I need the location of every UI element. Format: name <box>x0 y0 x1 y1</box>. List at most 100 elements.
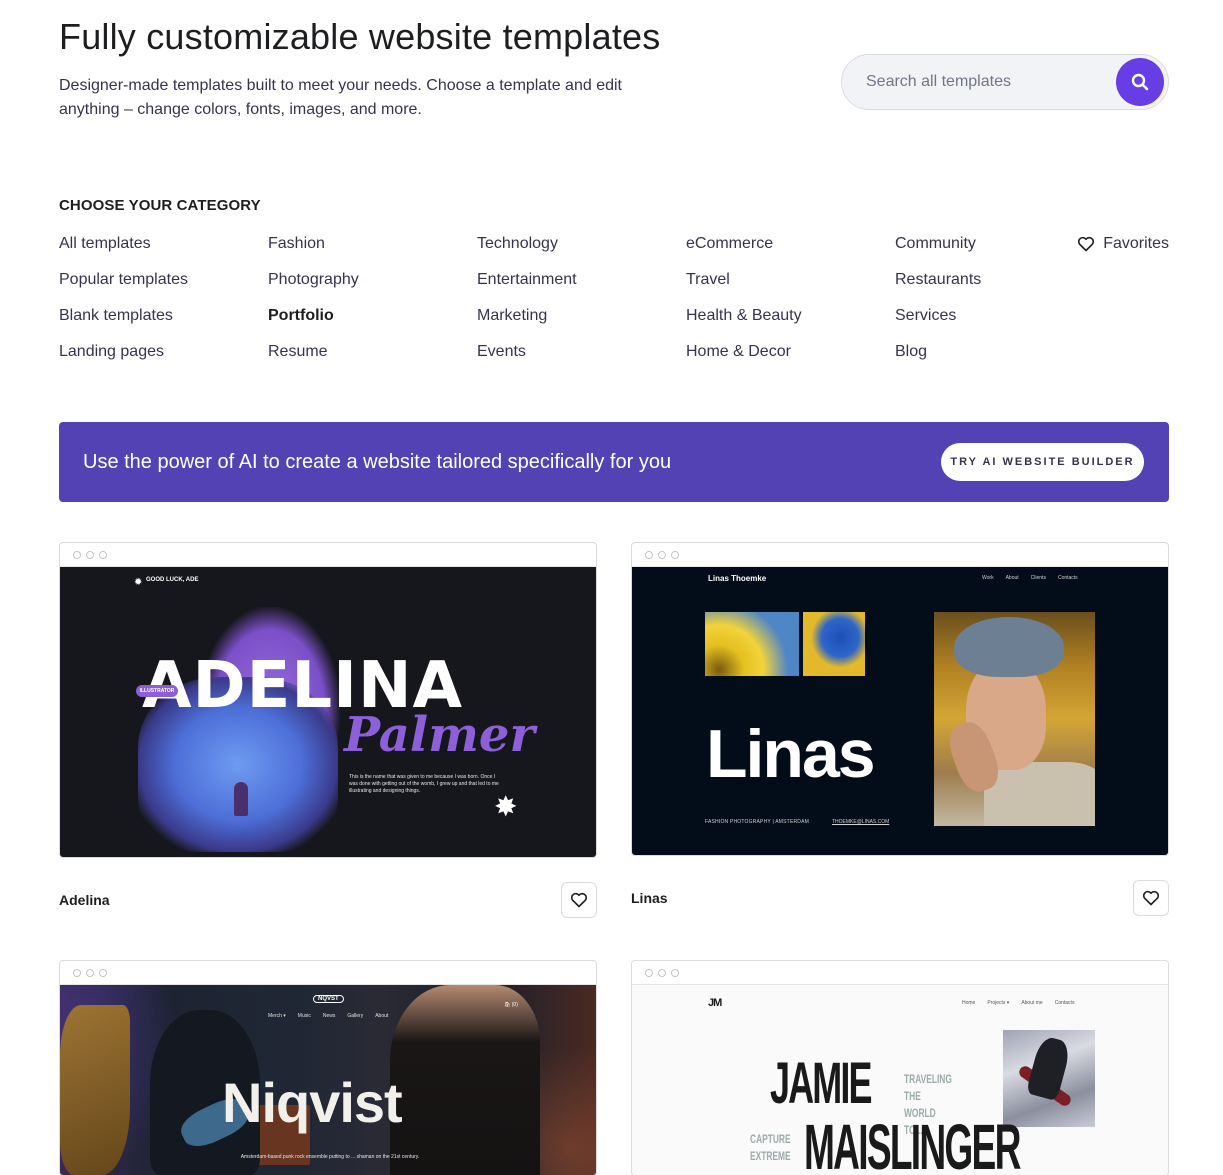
portrait-coat <box>984 762 1095 826</box>
category-entertainment[interactable]: Entertainment <box>477 269 577 305</box>
preview-nav-item: Gallery <box>347 1013 364 1019</box>
snowboarder <box>1025 1034 1073 1102</box>
tagline-text: CAPTURE EXTREME <box>750 1132 791 1163</box>
page-subtitle: Designer-made templates built to meet yo… <box>59 77 622 118</box>
add-to-favorites-button[interactable] <box>1133 880 1169 916</box>
preview-nav-item: Clients <box>1030 575 1046 581</box>
template-card-jamie-maislinger[interactable]: JM Home Projects ▾ About me Contacts JAM… <box>631 960 1169 1175</box>
category-portfolio[interactable]: Portfolio <box>268 305 359 341</box>
search-bar <box>841 54 1169 110</box>
ai-banner-text: Use the power of AI to create a website … <box>83 450 672 473</box>
category-restaurants[interactable]: Restaurants <box>895 269 981 305</box>
preview-nav-item: Music <box>297 1013 311 1019</box>
category-all-templates[interactable]: All templates <box>59 233 188 269</box>
preview-brand: Linas Thoemke <box>708 574 767 583</box>
browser-bar <box>632 543 1168 567</box>
preview-nav: Work About Clients Contacts <box>982 575 1078 581</box>
yellow-flower-image <box>705 612 799 676</box>
adelina-preview: ✹ GOOD LUCK, ADE ADELINA ILLUSTRATOR Pal… <box>60 567 596 857</box>
category-blank-templates[interactable]: Blank templates <box>59 305 188 341</box>
category-marketing[interactable]: Marketing <box>477 305 577 341</box>
browser-bar <box>60 543 596 567</box>
category-technology[interactable]: Technology <box>477 233 577 269</box>
preview-blurb: Amsterdam-based punk rock ensemble putti… <box>240 1154 420 1160</box>
template-preview-frame[interactable]: JM Home Projects ▾ About me Contacts JAM… <box>631 960 1169 1175</box>
template-card-linas[interactable]: Linas Thoemke Work About Clients Contact… <box>631 542 1169 918</box>
heart-icon <box>1078 236 1095 252</box>
category-travel[interactable]: Travel <box>686 269 802 305</box>
preview-logo: GOOD LUCK, ADE <box>146 577 199 583</box>
category-health-beauty[interactable]: Health & Beauty <box>686 305 802 341</box>
preview-email: THOEMKE@LINAS.COM <box>832 819 890 825</box>
linas-preview: Linas Thoemke Work About Clients Contact… <box>632 567 1168 855</box>
category-blog[interactable]: Blog <box>895 341 981 377</box>
blue-flower-image <box>803 612 865 676</box>
star-icon: ✸ <box>494 791 518 822</box>
saxophone-image <box>60 1005 130 1175</box>
cart-count: (0) <box>511 1002 518 1008</box>
preview-blurb: This is the name that was given to me be… <box>349 774 499 794</box>
ai-builder-banner: Use the power of AI to create a website … <box>59 422 1169 502</box>
page-title: Fully customizable website templates <box>59 16 661 57</box>
preview-nav: Home Projects ▾ About me Contacts <box>962 1000 1074 1006</box>
singer-image <box>390 985 540 1175</box>
window-dot-icon <box>671 550 679 559</box>
window-dot-icon <box>99 550 107 559</box>
sparkle-icon: ✹ <box>134 577 143 588</box>
window-dot-icon <box>671 968 679 977</box>
category-community[interactable]: Community <box>895 233 981 269</box>
heart-icon <box>570 892 588 908</box>
category-column: All templates Popular templates Blank te… <box>59 233 188 377</box>
window-dot-icon <box>86 550 94 559</box>
category-services[interactable]: Services <box>895 305 981 341</box>
category-ecommerce[interactable]: eCommerce <box>686 233 802 269</box>
template-card-niqvist[interactable]: NQVST Merch ▾ Music News Gallery About 🛍… <box>59 960 597 1175</box>
preview-nav: Merch ▾ Music News Gallery About <box>268 1013 388 1019</box>
category-home-decor[interactable]: Home & Decor <box>686 341 802 377</box>
try-ai-website-builder-button[interactable]: TRY AI WEBSITE BUILDER <box>941 443 1144 481</box>
preview-nav-item: About <box>375 1013 389 1019</box>
preview-brand: JM <box>708 997 722 1009</box>
template-preview-frame[interactable]: Linas Thoemke Work About Clients Contact… <box>631 542 1169 856</box>
preview-nav-item: Merch ▾ <box>268 1013 286 1019</box>
category-events[interactable]: Events <box>477 341 577 377</box>
preview-nav-item: Contacts <box>1057 575 1078 581</box>
category-photography[interactable]: Photography <box>268 269 359 305</box>
category-column: eCommerce Travel Health & Beauty Home & … <box>686 233 802 377</box>
template-preview-frame[interactable]: NQVST Merch ▾ Music News Gallery About 🛍… <box>59 960 597 1175</box>
favorites-link[interactable]: Favorites <box>1077 233 1169 255</box>
search-icon <box>1131 73 1149 91</box>
add-to-favorites-button[interactable] <box>561 882 597 918</box>
category-fashion[interactable]: Fashion <box>268 233 359 269</box>
search-button[interactable] <box>1116 58 1164 106</box>
window-dot-icon <box>86 968 94 977</box>
preview-nav-item: Contacts <box>1054 1000 1075 1006</box>
preview-headline: Linas <box>706 716 876 792</box>
niqvist-preview: NQVST Merch ▾ Music News Gallery About 🛍… <box>60 985 596 1175</box>
category-heading: CHOOSE YOUR CATEGORY <box>59 197 261 214</box>
category-popular-templates[interactable]: Popular templates <box>59 269 188 305</box>
preview-caption: FASHION PHOTOGRAPHY | AMSTERDAM <box>705 819 809 825</box>
template-name[interactable]: Linas <box>631 890 668 906</box>
cart-icon: 🛍 (0) <box>504 1002 518 1008</box>
preview-logo: NQVST <box>313 995 344 1003</box>
template-card-adelina[interactable]: ✹ GOOD LUCK, ADE ADELINA ILLUSTRATOR Pal… <box>59 542 597 920</box>
search-input[interactable] <box>866 55 1106 109</box>
category-column: Fashion Photography Portfolio Resume <box>268 233 359 377</box>
template-preview-frame[interactable]: ✹ GOOD LUCK, ADE ADELINA ILLUSTRATOR Pal… <box>59 542 597 858</box>
preview-nav-item: Work <box>982 575 994 581</box>
category-column: Technology Entertainment Marketing Event… <box>477 233 577 377</box>
preview-headline: Niqvist <box>222 1071 403 1134</box>
category-landing-pages[interactable]: Landing pages <box>59 341 188 377</box>
preview-tag: ILLUSTRATOR <box>136 685 178 697</box>
preview-script-name: Palmer <box>344 707 535 763</box>
category-resume[interactable]: Resume <box>268 341 359 377</box>
portrait-image <box>934 612 1095 826</box>
template-name[interactable]: Adelina <box>59 892 110 908</box>
category-column: Community Restaurants Services Blog <box>895 233 981 377</box>
heart-icon <box>1142 890 1160 906</box>
window-dot-icon <box>658 968 666 977</box>
card-footer: Adelina <box>59 870 597 920</box>
window-dot-icon <box>645 550 653 559</box>
window-dot-icon <box>658 550 666 559</box>
